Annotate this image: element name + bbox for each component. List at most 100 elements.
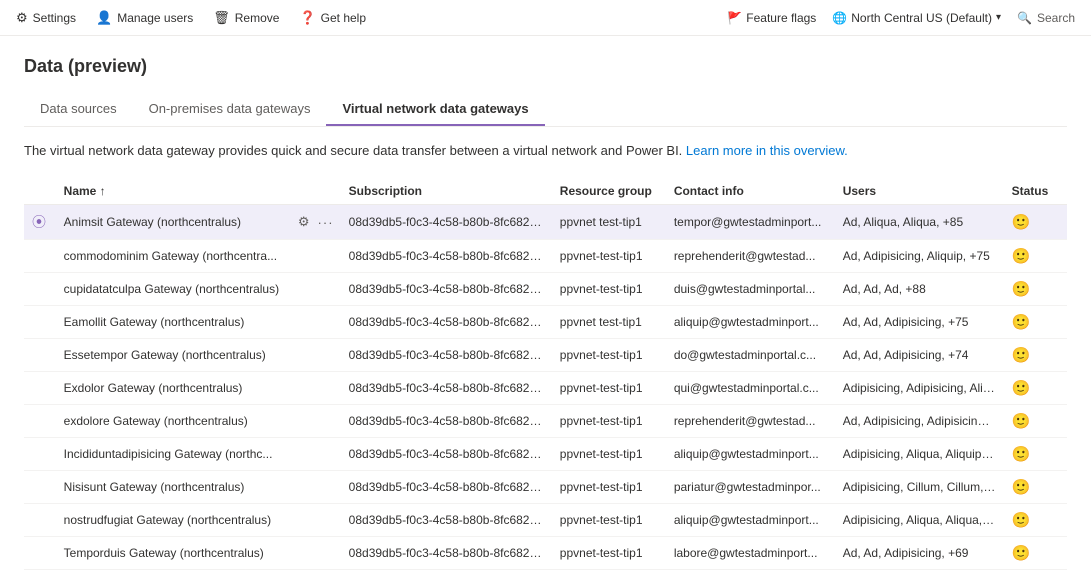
row-name[interactable]: Temporduis Gateway (northcentralus) <box>56 537 288 570</box>
table-row[interactable]: commodominim Gateway (northcentra... 08d3… <box>24 240 1067 273</box>
row-name[interactable]: Exdolor Gateway (northcentralus) <box>56 372 288 405</box>
row-users: Adipisicing, Adipisicing, Aliqua, +84 <box>835 372 1004 405</box>
status-ok-icon: 🙂 <box>1012 479 1031 496</box>
row-subscription: 08d39db5-f0c3-4c58-b80b-8fc682cf67c1 <box>341 240 552 273</box>
table-row[interactable]: Nisisunt Gateway (northcentralus)08d39db… <box>24 471 1067 504</box>
region-label: North Central US (Default) <box>851 11 992 25</box>
row-resource-group: ppvnet-test-tip1 <box>552 471 666 504</box>
row-users: Ad, Ad, Adipisicing, +75 <box>835 306 1004 339</box>
col-header-resource-group[interactable]: Resource group <box>552 178 666 205</box>
feature-flags-button[interactable]: 🚩 Feature flags <box>727 11 816 25</box>
settings-icon: ⚙ <box>16 10 28 26</box>
settings-label: Settings <box>33 11 76 25</box>
row-status: 🙂 <box>1004 306 1067 339</box>
tab-data-sources[interactable]: Data sources <box>24 93 133 126</box>
status-ok-icon: 🙂 <box>1012 380 1031 397</box>
row-more-icon[interactable]: ··· <box>316 213 336 232</box>
row-status: 🙂 <box>1004 438 1067 471</box>
row-settings-icon[interactable]: ⚙ <box>296 212 312 232</box>
row-contact: tempor@gwtestadminport... <box>666 205 835 240</box>
row-contact: do@gwtestadminportal.c... <box>666 339 835 372</box>
col-header-users[interactable]: Users <box>835 178 1004 205</box>
table-row[interactable]: Incididuntadipisicing Gateway (northc...… <box>24 438 1067 471</box>
search-icon: 🔍 <box>1017 11 1032 25</box>
page-title: Data (preview) <box>24 56 1067 77</box>
row-selected-indicator <box>24 339 56 372</box>
region-selector[interactable]: 🌐 North Central US (Default) ▾ <box>832 11 1001 25</box>
row-users: Ad, Aliqua, Aliqua, +85 <box>835 205 1004 240</box>
manage-users-nav[interactable]: 👤 Manage users <box>96 10 193 26</box>
row-name[interactable]: Eamollit Gateway (northcentralus) <box>56 306 288 339</box>
row-resource-group: ppvnet-test-tip1 <box>552 438 666 471</box>
row-resource-group: ppvnet-test-tip1 <box>552 405 666 438</box>
row-users: Ad, Adipisicing, Aliquip, +75 <box>835 240 1004 273</box>
settings-nav[interactable]: ⚙ Settings <box>16 10 76 26</box>
tab-virtual-network-gateways[interactable]: Virtual network data gateways <box>326 93 544 126</box>
row-name[interactable]: cupidatatculpa Gateway (northcentralus) <box>56 273 288 306</box>
row-actions <box>288 405 341 438</box>
row-name[interactable]: Animsit Gateway (northcentralus) <box>56 205 288 240</box>
row-resource-group: ppvnet test-tip1 <box>552 306 666 339</box>
row-actions <box>288 273 341 306</box>
row-contact: qui@gwtestadminportal.c... <box>666 372 835 405</box>
row-subscription: 08d39db5-f0c3-4c58-b80b-8fc682cf67c1 <box>341 205 552 240</box>
row-selected-indicator <box>24 306 56 339</box>
col-header-name[interactable]: Name ↑ <box>56 178 288 205</box>
row-subscription: 08d39db5-f0c3-4c58-b80b-8fc682cf67c1 <box>341 405 552 438</box>
row-contact: aliquip@gwtestadminport... <box>666 438 835 471</box>
col-header-contact[interactable]: Contact info <box>666 178 835 205</box>
row-users: Adipisicing, Cillum, Cillum, +74 <box>835 471 1004 504</box>
table-row[interactable]: ⦿Animsit Gateway (northcentralus) ⚙ ··· … <box>24 205 1067 240</box>
row-selected-indicator <box>24 471 56 504</box>
table-row[interactable]: Eamollit Gateway (northcentralus) 08d39db… <box>24 306 1067 339</box>
get-help-label: Get help <box>321 11 366 25</box>
get-help-nav[interactable]: ❓ Get help <box>299 10 366 26</box>
remove-label: Remove <box>235 11 280 25</box>
table-row[interactable]: cupidatatculpa Gateway (northcentralus)0… <box>24 273 1067 306</box>
table-row[interactable]: nostrudfugiat Gateway (northcentralus)08… <box>24 504 1067 537</box>
col-header-actions <box>288 178 341 205</box>
table-row[interactable]: exdolore Gateway (northcentralus) 08d39db… <box>24 405 1067 438</box>
tab-on-premises-gateways[interactable]: On-premises data gateways <box>133 93 327 126</box>
top-bar: ⚙ Settings 👤 Manage users 🗑 Remove ❓ Get… <box>0 0 1091 36</box>
row-selected-indicator <box>24 240 56 273</box>
row-users: Ad, Ad, Adipisicing, +74 <box>835 339 1004 372</box>
row-name[interactable]: nostrudfugiat Gateway (northcentralus) <box>56 504 288 537</box>
row-status: 🙂 <box>1004 273 1067 306</box>
row-name[interactable]: Essetempor Gateway (northcentralus) <box>56 339 288 372</box>
row-contact: reprehenderit@gwtestad... <box>666 405 835 438</box>
row-selected-indicator <box>24 504 56 537</box>
row-status: 🙂 <box>1004 504 1067 537</box>
col-header-subscription[interactable]: Subscription <box>341 178 552 205</box>
row-name[interactable]: Nisisunt Gateway (northcentralus) <box>56 471 288 504</box>
row-users: Ad, Adipisicing, Adipisicing, +103 <box>835 405 1004 438</box>
feature-flags-label: Feature flags <box>746 11 816 25</box>
tab-bar: Data sources On-premises data gateways V… <box>24 93 1067 127</box>
row-status: 🙂 <box>1004 471 1067 504</box>
row-selected-indicator <box>24 273 56 306</box>
row-status: 🙂 <box>1004 205 1067 240</box>
status-ok-icon: 🙂 <box>1012 214 1031 231</box>
row-name[interactable]: exdolore Gateway (northcentralus) <box>56 405 288 438</box>
row-name[interactable]: Incididuntadipisicing Gateway (northc... <box>56 438 288 471</box>
col-header-selected <box>24 178 56 205</box>
search-button[interactable]: 🔍 Search <box>1017 11 1075 25</box>
table-row[interactable]: Temporduis Gateway (northcentralus)08d39… <box>24 537 1067 570</box>
row-contact: aliquip@gwtestadminport... <box>666 306 835 339</box>
table-row[interactable]: Exdolor Gateway (northcentralus)08d39db5… <box>24 372 1067 405</box>
row-actions <box>288 504 341 537</box>
chevron-down-icon: ▾ <box>996 12 1001 23</box>
status-ok-icon: 🙂 <box>1012 248 1031 265</box>
row-actions: ⚙ ··· <box>288 205 341 240</box>
row-name[interactable]: commodominim Gateway (northcentra... <box>56 240 288 273</box>
row-resource-group: ppvnet-test-tip1 <box>552 537 666 570</box>
top-bar-left: ⚙ Settings 👤 Manage users 🗑 Remove ❓ Get… <box>16 10 366 26</box>
learn-more-link[interactable]: Learn more in this overview. <box>686 143 848 158</box>
table-row[interactable]: Essetempor Gateway (northcentralus)08d39… <box>24 339 1067 372</box>
remove-nav[interactable]: 🗑 Remove <box>213 10 279 26</box>
row-subscription: 08d39db5-f0c3-4c58-b80b-8fc682cf67c1 <box>341 306 552 339</box>
row-subscription: 08d39db5-f0c3-4c58-b80b-8fc682cf67c1 <box>341 438 552 471</box>
search-label: Search <box>1037 11 1075 25</box>
row-resource-group: ppvnet-test-tip1 <box>552 339 666 372</box>
col-header-status[interactable]: Status <box>1004 178 1067 205</box>
